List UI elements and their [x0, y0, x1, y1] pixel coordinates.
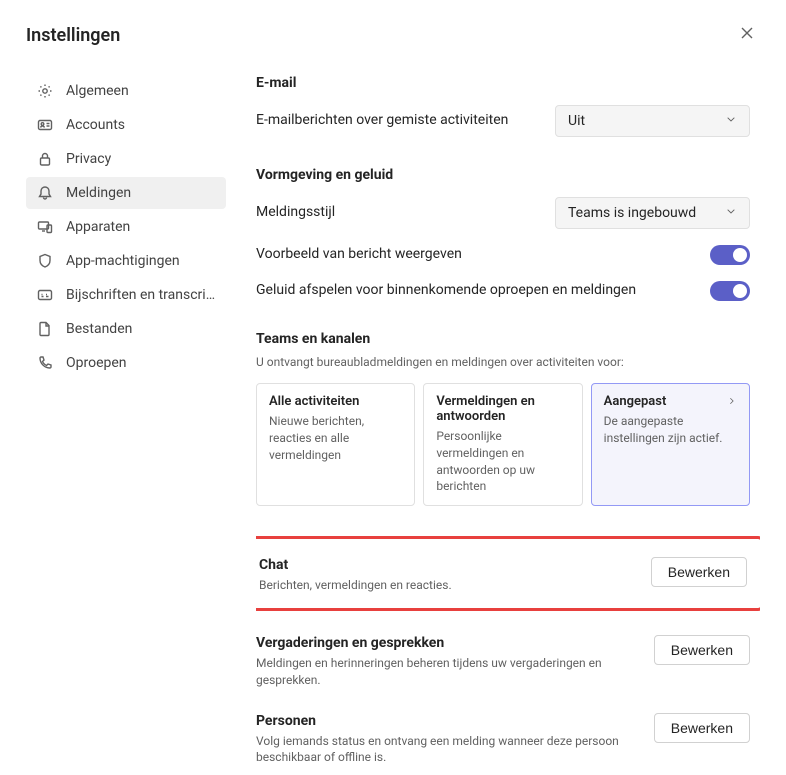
chevron-down-icon — [725, 113, 737, 129]
notification-style-dropdown[interactable]: Teams is ingebouwd — [555, 197, 750, 229]
sidebar-item-label: Bijschriften en transcript... — [66, 287, 216, 303]
people-desc: Volg iemands status en ontvang een meldi… — [256, 733, 634, 767]
people-section: Personen Volg iemands status en ontvang … — [256, 709, 750, 767]
shield-icon — [36, 252, 54, 270]
file-icon — [36, 320, 54, 338]
email-section: E-mail E-mailberichten over gemiste acti… — [256, 75, 750, 137]
sidebar-item-accounts[interactable]: Accounts — [26, 109, 226, 141]
meetings-desc: Meldingen en herinneringen beheren tijde… — [256, 655, 634, 689]
sidebar-item-label: Accounts — [66, 117, 125, 133]
chevron-right-icon — [727, 395, 737, 409]
appearance-section-title: Vormgeving en geluid — [256, 167, 750, 183]
gear-icon — [36, 82, 54, 100]
play-sound-label: Geluid afspelen voor binnenkomende oproe… — [256, 281, 690, 301]
dropdown-value: Uit — [568, 113, 585, 129]
email-missed-dropdown[interactable]: Uit — [555, 105, 750, 137]
close-button[interactable] — [734, 20, 760, 51]
sidebar-item-label: Oproepen — [66, 355, 127, 371]
card-all-activity[interactable]: Alle activiteiten Nieuwe berichten, reac… — [256, 383, 415, 506]
chat-edit-button[interactable]: Bewerken — [651, 557, 747, 587]
card-title: Aangepast — [604, 394, 667, 409]
sidebar: Algemeen Accounts Privacy Meldingen — [26, 75, 226, 775]
sidebar-item-label: Bestanden — [66, 321, 132, 337]
sidebar-item-label: Privacy — [66, 151, 111, 167]
card-mentions-replies[interactable]: Vermeldingen en antwoorden Persoonlijke … — [423, 383, 582, 506]
meetings-section: Vergaderingen en gesprekken Meldingen en… — [256, 631, 750, 689]
sidebar-item-oproepen[interactable]: Oproepen — [26, 347, 226, 379]
card-desc: Nieuwe berichten, reacties en alle verme… — [269, 413, 402, 463]
meetings-edit-button[interactable]: Bewerken — [654, 635, 750, 665]
sidebar-item-algemeen[interactable]: Algemeen — [26, 75, 226, 107]
phone-icon — [36, 354, 54, 372]
main-content: E-mail E-mailberichten over gemiste acti… — [256, 75, 760, 775]
sidebar-item-label: Algemeen — [66, 83, 129, 99]
meetings-title: Vergaderingen en gesprekken — [256, 635, 634, 651]
email-missed-label: E-mailberichten over gemiste activiteite… — [256, 111, 535, 131]
card-desc: Persoonlijke vermeldingen en antwoorden … — [436, 428, 569, 495]
card-title: Vermeldingen en antwoorden — [436, 394, 569, 424]
captions-icon — [36, 286, 54, 304]
sidebar-item-meldingen[interactable]: Meldingen — [26, 177, 226, 209]
page-title: Instellingen — [26, 25, 120, 46]
sidebar-item-app-machtigingen[interactable]: App-machtigingen — [26, 245, 226, 277]
card-desc: De aangepaste instellingen zijn actief. — [604, 413, 737, 447]
chat-highlight-box: Chat Berichten, vermeldingen en reacties… — [256, 536, 760, 611]
close-icon — [738, 26, 756, 46]
chat-title: Chat — [259, 557, 631, 573]
sidebar-item-label: Apparaten — [66, 219, 130, 235]
appearance-section: Vormgeving en geluid Meldingsstijl Teams… — [256, 167, 750, 301]
sidebar-item-label: App-machtigingen — [66, 253, 180, 269]
message-preview-toggle[interactable] — [710, 245, 750, 265]
teams-channels-desc: U ontvangt bureaubladmeldingen en meldin… — [256, 355, 750, 369]
chevron-down-icon — [725, 205, 737, 221]
person-card-icon — [36, 116, 54, 134]
notification-style-label: Meldingsstijl — [256, 203, 535, 223]
sidebar-item-privacy[interactable]: Privacy — [26, 143, 226, 175]
bell-icon — [36, 184, 54, 202]
sidebar-item-bijschriften[interactable]: Bijschriften en transcript... — [26, 279, 226, 311]
chat-desc: Berichten, vermeldingen en reacties. — [259, 577, 631, 594]
teams-channels-section: Teams en kanalen U ontvangt bureaubladme… — [256, 331, 750, 506]
card-custom[interactable]: Aangepast De aangepaste instellingen zij… — [591, 383, 750, 506]
lock-icon — [36, 150, 54, 168]
people-edit-button[interactable]: Bewerken — [654, 713, 750, 743]
sidebar-item-apparaten[interactable]: Apparaten — [26, 211, 226, 243]
chat-section: Chat Berichten, vermeldingen en reacties… — [259, 553, 747, 594]
card-title: Alle activiteiten — [269, 394, 359, 409]
devices-icon — [36, 218, 54, 236]
play-sound-toggle[interactable] — [710, 281, 750, 301]
email-section-title: E-mail — [256, 75, 750, 91]
sidebar-item-bestanden[interactable]: Bestanden — [26, 313, 226, 345]
people-title: Personen — [256, 713, 634, 729]
message-preview-label: Voorbeeld van bericht weergeven — [256, 245, 690, 265]
sidebar-item-label: Meldingen — [66, 185, 131, 201]
teams-channels-title: Teams en kanalen — [256, 331, 750, 347]
dropdown-value: Teams is ingebouwd — [568, 205, 696, 221]
